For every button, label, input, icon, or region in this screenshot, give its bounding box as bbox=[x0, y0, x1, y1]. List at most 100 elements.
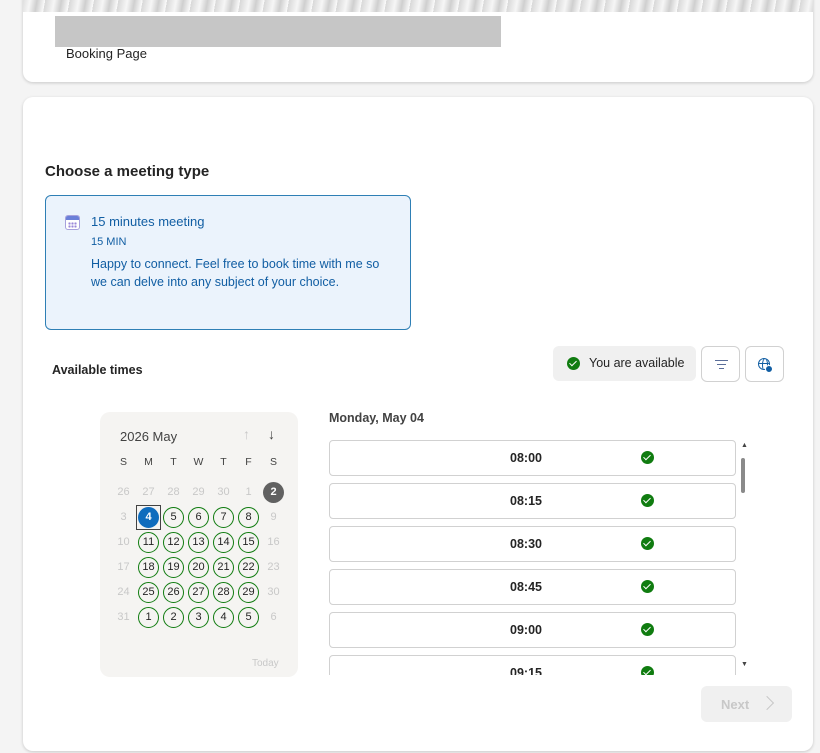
time-slot-label: 08:00 bbox=[510, 451, 542, 465]
check-circle-icon bbox=[641, 494, 654, 507]
time-slot-label: 08:30 bbox=[510, 537, 542, 551]
redacted-title bbox=[55, 16, 501, 47]
calendar-day[interactable]: 5 bbox=[238, 607, 259, 628]
calendar-day[interactable]: 26 bbox=[163, 582, 184, 603]
time-slot[interactable]: 08:30 bbox=[329, 526, 736, 562]
calendar-day: 29 bbox=[192, 486, 205, 498]
calendar-day: 27 bbox=[142, 486, 155, 498]
calendar-day[interactable]: 18 bbox=[138, 557, 159, 578]
previous-month-arrow-icon[interactable]: ↑ bbox=[243, 426, 250, 442]
scroll-down-icon[interactable]: ▼ bbox=[741, 661, 748, 668]
calendar-day: 6 bbox=[270, 611, 277, 623]
calendar-day[interactable]: 3 bbox=[188, 607, 209, 628]
calendar-day: 9 bbox=[270, 511, 277, 523]
calendar-day: 30 bbox=[267, 586, 280, 598]
calendar-day: 31 bbox=[117, 611, 130, 623]
weekday-label: S bbox=[269, 456, 277, 468]
check-circle-icon bbox=[641, 666, 654, 675]
calendar-day[interactable]: 28 bbox=[213, 582, 234, 603]
calendar-day[interactable]: 22 bbox=[238, 557, 259, 578]
calendar-day[interactable]: 7 bbox=[213, 507, 234, 528]
calendar-day[interactable]: 29 bbox=[238, 582, 259, 603]
time-slot[interactable]: 09:15 bbox=[329, 655, 736, 675]
time-slot[interactable]: 08:45 bbox=[329, 569, 736, 605]
calendar-day[interactable]: 4 bbox=[213, 607, 234, 628]
calendar-day: 3 bbox=[120, 511, 127, 523]
calendar-day[interactable]: 6 bbox=[188, 507, 209, 528]
calendar-day: 1 bbox=[245, 486, 252, 498]
time-slot-label: 08:15 bbox=[510, 494, 542, 508]
check-circle-icon bbox=[641, 451, 654, 464]
clock-badge-icon bbox=[765, 365, 773, 373]
calendar-day[interactable]: 13 bbox=[188, 532, 209, 553]
calendar-day[interactable]: 19 bbox=[163, 557, 184, 578]
calendar-day[interactable]: 27 bbox=[188, 582, 209, 603]
weekday-label: M bbox=[144, 456, 153, 468]
available-times-label: Available times bbox=[52, 363, 143, 377]
next-button[interactable]: Next bbox=[701, 686, 792, 722]
calendar-day: 2 bbox=[263, 482, 284, 503]
weekday-label: T bbox=[170, 456, 177, 468]
meeting-duration: 15 MIN bbox=[91, 236, 127, 248]
chevron-right-icon bbox=[759, 695, 775, 711]
weekday-label: S bbox=[119, 456, 127, 468]
date-picker: 2026 May ↑ ↓ SMTWTFS 26 27 28 29 30 1 2 3 4 5 6 7 8 9… bbox=[100, 412, 298, 677]
calendar-days: 26 27 28 29 30 1 2 3 4 5 6 7 8 9 10 11 12 13 14 15 16 17 18 19 2… bbox=[111, 480, 286, 630]
calendar-day[interactable]: 14 bbox=[213, 532, 234, 553]
booking-page-label: Booking Page bbox=[66, 46, 147, 61]
time-slot[interactable]: 08:00 bbox=[329, 440, 736, 476]
weekday-label: W bbox=[193, 456, 204, 468]
calendar-day[interactable]: 12 bbox=[163, 532, 184, 553]
month-label: 2026 May bbox=[120, 429, 178, 444]
calendar-day: 24 bbox=[117, 586, 130, 598]
filter-button[interactable] bbox=[701, 346, 740, 382]
selected-date-label: Monday, May 04 bbox=[329, 411, 424, 425]
calendar-day[interactable]: 21 bbox=[213, 557, 234, 578]
calendar-icon bbox=[65, 215, 80, 230]
time-slot[interactable]: 08:15 bbox=[329, 483, 736, 519]
calendar-day: 23 bbox=[267, 561, 280, 573]
meeting-title: 15 minutes meeting bbox=[91, 214, 205, 229]
section-title: Choose a meeting type bbox=[45, 163, 210, 180]
calendar-day[interactable]: 5 bbox=[163, 507, 184, 528]
calendar-day: 28 bbox=[167, 486, 180, 498]
filter-icon bbox=[715, 360, 728, 369]
time-slot-label: 08:45 bbox=[510, 580, 542, 594]
time-slot-label: 09:00 bbox=[510, 623, 542, 637]
today-button[interactable]: Today bbox=[252, 658, 279, 669]
calendar-day[interactable]: 1 bbox=[138, 607, 159, 628]
scroll-up-icon[interactable]: ▲ bbox=[741, 442, 748, 449]
check-circle-icon bbox=[567, 357, 580, 370]
calendar-day: 26 bbox=[117, 486, 130, 498]
availability-text: You are available bbox=[589, 356, 685, 370]
availability-status: You are available bbox=[553, 346, 696, 381]
time-slot-list: 08:00 08:15 08:30 08:45 09:00 09:15 bbox=[329, 440, 737, 675]
calendar-day: 17 bbox=[117, 561, 130, 573]
booking-header-card: Booking Page bbox=[23, 0, 813, 82]
calendar-day[interactable]: 11 bbox=[138, 532, 159, 553]
calendar-day[interactable]: 20 bbox=[188, 557, 209, 578]
calendar-day[interactable]: 25 bbox=[138, 582, 159, 603]
next-month-arrow-icon[interactable]: ↓ bbox=[268, 426, 275, 442]
calendar-day: 16 bbox=[267, 536, 280, 548]
booking-main-card: Choose a meeting type 15 minutes meeting… bbox=[23, 97, 813, 751]
check-circle-icon bbox=[641, 623, 654, 636]
meeting-description: Happy to connect. Feel free to book time… bbox=[91, 257, 380, 289]
calendar-day[interactable]: 2 bbox=[163, 607, 184, 628]
timezone-button[interactable] bbox=[745, 346, 784, 382]
calendar-day: 10 bbox=[117, 536, 130, 548]
selected-day[interactable]: 4 bbox=[138, 507, 159, 528]
calendar-day[interactable]: 8 bbox=[238, 507, 259, 528]
banner-image bbox=[23, 0, 813, 12]
time-slot[interactable]: 09:00 bbox=[329, 612, 736, 648]
calendar-day: 30 bbox=[217, 486, 230, 498]
check-circle-icon bbox=[641, 580, 654, 593]
next-label: Next bbox=[721, 697, 750, 712]
scroll-thumb[interactable] bbox=[741, 458, 745, 493]
check-circle-icon bbox=[641, 537, 654, 550]
weekday-label: F bbox=[245, 456, 252, 468]
meeting-type-card[interactable]: 15 minutes meeting 15 MIN Happy to conne… bbox=[45, 195, 411, 330]
weekday-label: T bbox=[220, 456, 227, 468]
calendar-day[interactable]: 15 bbox=[238, 532, 259, 553]
time-slot-scrollbar[interactable]: ▲ ▼ bbox=[738, 442, 750, 672]
